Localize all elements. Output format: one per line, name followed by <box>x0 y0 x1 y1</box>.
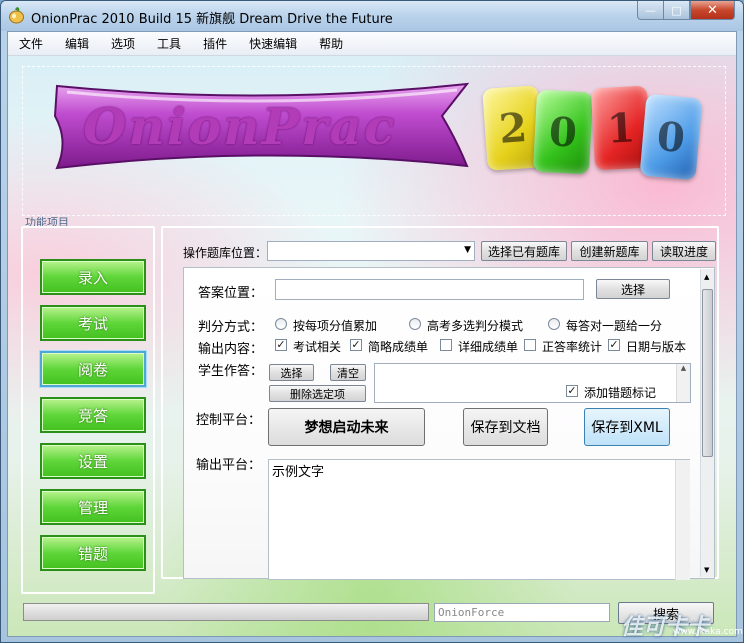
maximize-icon: □ <box>671 3 682 17</box>
output-check-5[interactable]: ✓ <box>608 339 620 351</box>
answer-select-button[interactable]: 选择 <box>596 279 670 299</box>
read-progress-button[interactable]: 读取进度 <box>652 241 716 261</box>
output-option-1: 考试相关 <box>293 340 342 354</box>
output-check-3[interactable] <box>440 339 452 351</box>
menu-options[interactable]: 选项 <box>100 32 146 56</box>
student-clear-button[interactable]: 清空 <box>330 364 366 381</box>
db-location-combo[interactable]: ▼ <box>267 241 475 261</box>
minimize-icon: — <box>645 3 656 17</box>
grading-option-3: 每答对一题给一分 <box>566 319 663 333</box>
menu-file[interactable]: 文件 <box>8 32 54 56</box>
form-scrollbar[interactable]: ▲ ▼ <box>700 269 714 577</box>
grading-radio-2[interactable] <box>409 318 421 330</box>
student-choose-button[interactable]: 选择 <box>269 364 314 381</box>
nav-manage-button[interactable]: 管理 <box>40 489 146 525</box>
add-wrong-mark-check[interactable]: ✓ <box>566 385 578 397</box>
grading-radio-1[interactable] <box>275 318 287 330</box>
output-option-3: 详细成绩单 <box>458 340 519 354</box>
output-option-2: 简略成绩单 <box>368 340 429 354</box>
title-bar: OnionPrac 2010 Build 15 新旗舰 Dream Drive … <box>1 1 743 31</box>
nav-panel: 录入 考试 阅卷 竞答 设置 管理 错题 <box>21 226 155 594</box>
db-location-label: 操作题库位置： <box>183 246 268 260</box>
menu-bar: 文件 编辑 选项 工具 插件 快速编辑 帮助 <box>8 32 736 56</box>
save-xml-button[interactable]: 保存到XML <box>584 408 670 446</box>
menu-edit[interactable]: 编辑 <box>54 32 100 56</box>
control-label: 控制平台： <box>196 413 262 428</box>
output-option-4: 正答率统计 <box>542 340 603 354</box>
search-input[interactable]: OnionForce <box>434 603 610 622</box>
grading-option-1: 按每项分值累加 <box>293 319 378 333</box>
year-digit-4: 0 <box>639 93 703 181</box>
window-title: OnionPrac 2010 Build 15 新旗舰 Dream Drive … <box>31 12 393 27</box>
add-wrong-mark-label: 添加错题标记 <box>584 386 657 400</box>
select-db-button[interactable]: 选择已有题库 <box>481 241 567 261</box>
minimize-button[interactable]: — <box>637 1 664 20</box>
output-text: 示例文字 <box>272 465 325 480</box>
grading-radio-3[interactable] <box>548 318 560 330</box>
output-check-2[interactable]: ✓ <box>350 339 362 351</box>
nav-exam-button[interactable]: 考试 <box>40 305 146 341</box>
maximize-button[interactable]: □ <box>663 1 690 20</box>
app-window: OnionPrac 2010 Build 15 新旗舰 Dream Drive … <box>0 0 744 643</box>
nav-wrong-questions-button[interactable]: 错题 <box>40 535 146 571</box>
output-textarea[interactable]: 示例文字 <box>268 459 690 580</box>
output-check-1[interactable]: ✓ <box>275 339 287 351</box>
app-icon <box>9 7 24 24</box>
answer-location-label: 答案位置： <box>198 286 264 301</box>
nav-quiz-button[interactable]: 竞答 <box>40 397 146 433</box>
output-platform-label: 输出平台： <box>196 458 262 473</box>
delete-selected-button[interactable]: 删除选定项 <box>269 385 366 402</box>
status-bar <box>23 603 429 621</box>
output-content-label: 输出内容： <box>198 342 264 357</box>
close-button[interactable]: ✕ <box>690 1 735 20</box>
output-check-4[interactable] <box>524 339 536 351</box>
nav-enter-button[interactable]: 录入 <box>40 259 146 295</box>
output-scrollbar[interactable] <box>675 460 690 580</box>
watermark-url: www.jkaka.com <box>673 627 743 637</box>
output-option-5: 日期与版本 <box>626 340 687 354</box>
close-icon: ✕ <box>707 2 718 18</box>
scroll-up-icon: ▲ <box>704 273 710 281</box>
chevron-down-icon: ▼ <box>464 245 471 255</box>
year-digit-2: 0 <box>532 89 594 175</box>
student-answers-label: 学生作答： <box>198 364 264 379</box>
grading-option-2: 高考多选判分模式 <box>427 319 524 333</box>
scrollbar-thumb[interactable] <box>702 289 713 457</box>
logo-text: OnionPrac <box>83 97 397 156</box>
answer-location-input[interactable] <box>275 279 584 300</box>
list-scrollbar[interactable]: ▲ <box>676 364 690 402</box>
nav-grading-button[interactable]: 阅卷 <box>40 351 146 387</box>
menu-tools[interactable]: 工具 <box>146 32 192 56</box>
scroll-down-icon: ▼ <box>704 566 710 574</box>
start-button[interactable]: 梦想启动未来 <box>268 408 425 446</box>
menu-plugins[interactable]: 插件 <box>192 32 238 56</box>
save-doc-button[interactable]: 保存到文档 <box>463 408 548 446</box>
menu-quick-edit[interactable]: 快速编辑 <box>238 32 308 56</box>
menu-help[interactable]: 帮助 <box>308 32 354 56</box>
nav-settings-button[interactable]: 设置 <box>40 443 146 479</box>
grading-mode-label: 判分方式： <box>198 320 264 335</box>
create-db-button[interactable]: 创建新题库 <box>571 241 648 261</box>
